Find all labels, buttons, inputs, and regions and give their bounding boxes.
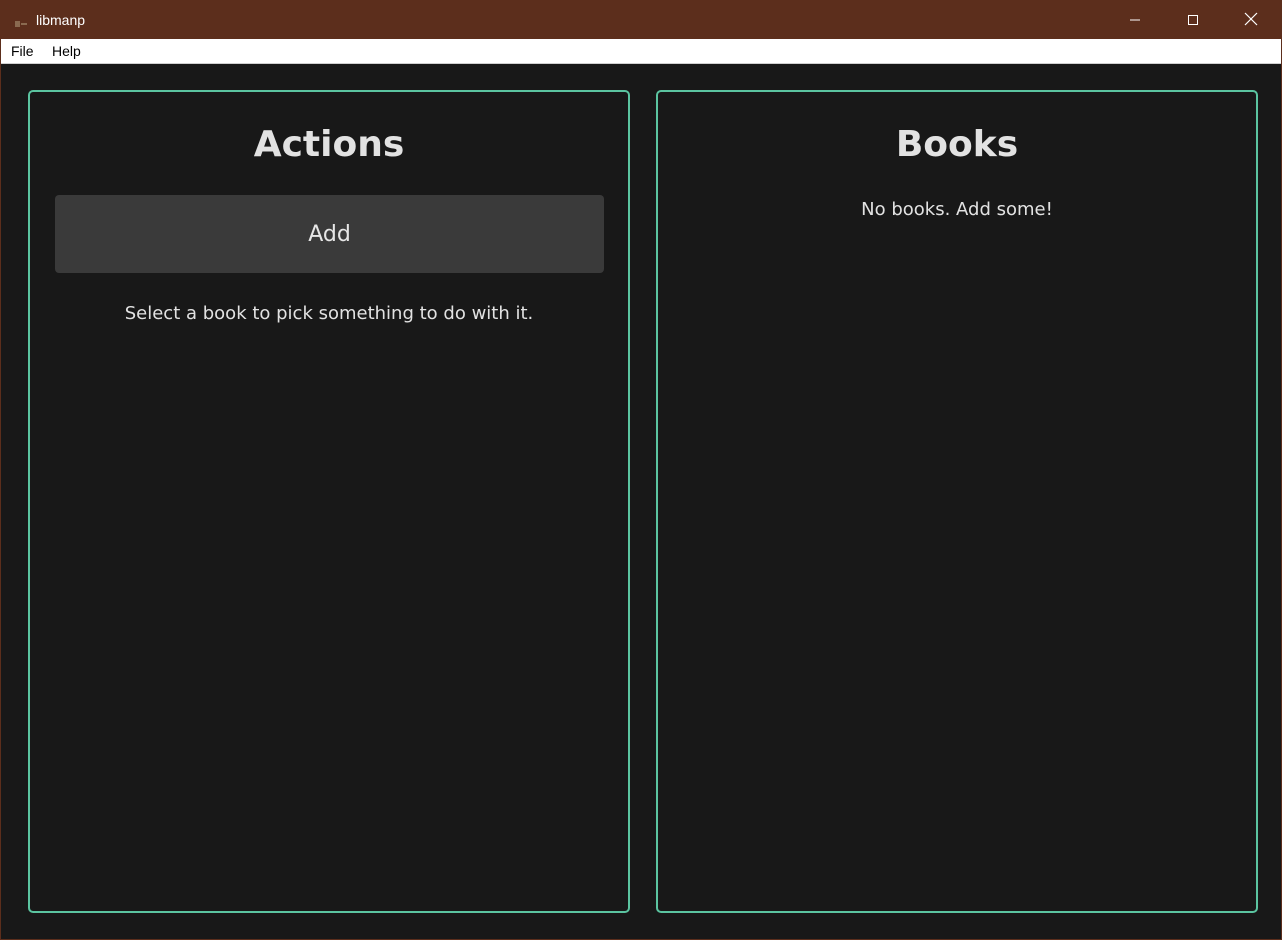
app-window: libmanp File Help Actions Add Select a b… [0,0,1282,940]
actions-panel: Actions Add Select a book to pick someth… [28,90,630,913]
maximize-icon [1187,11,1199,30]
maximize-button[interactable] [1164,1,1222,39]
books-title: Books [895,124,1019,165]
close-button[interactable] [1222,1,1280,39]
minimize-icon [1129,11,1141,30]
close-icon [1244,11,1258,30]
menu-file[interactable]: File [11,43,34,60]
app-icon [15,14,27,27]
actions-title: Actions [253,124,405,165]
actions-hint: Select a book to pick something to do wi… [124,303,534,324]
minimize-button[interactable] [1106,1,1164,39]
menu-help[interactable]: Help [52,43,81,60]
window-title: libmanp [36,12,86,28]
books-panel: Books No books. Add some! [656,90,1258,913]
menu-bar: File Help [1,39,1281,64]
add-button[interactable]: Add [55,195,604,273]
title-bar[interactable]: libmanp [1,1,1281,39]
books-empty-message: No books. Add some! [861,199,1053,220]
